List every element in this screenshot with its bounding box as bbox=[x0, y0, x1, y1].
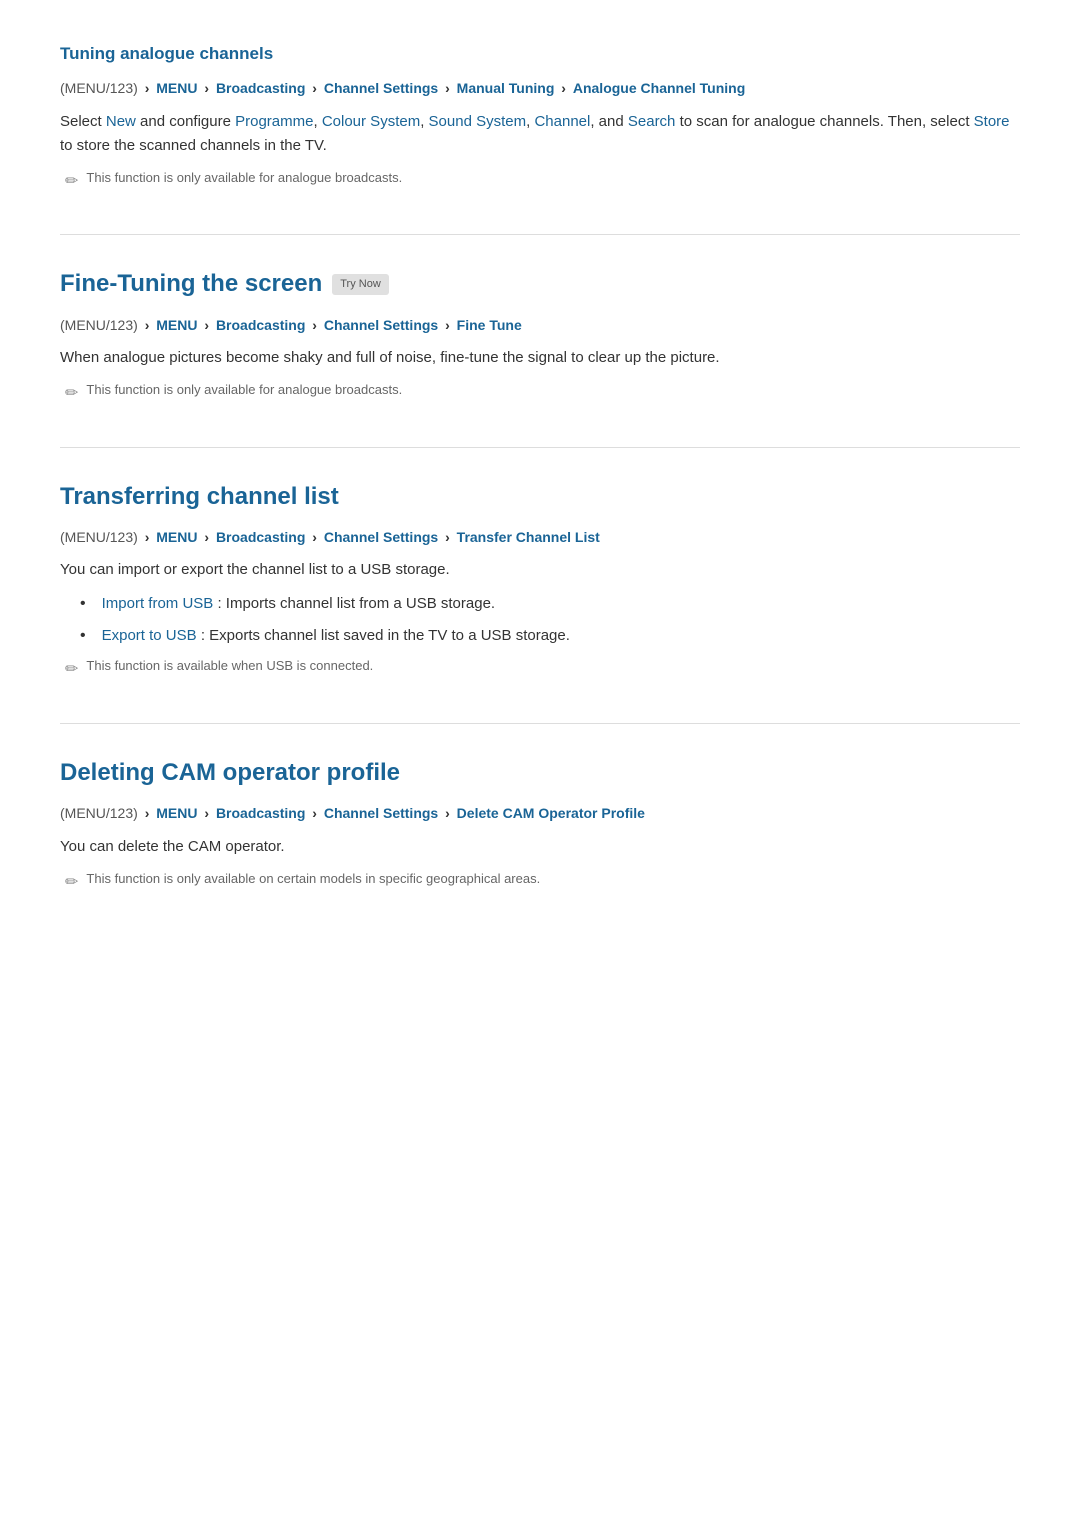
transferring-title-text: Transferring channel list bbox=[60, 478, 339, 516]
transferring-note-text: This function is available when USB is c… bbox=[86, 656, 373, 677]
tuning-analogue-note-text: This function is only available for anal… bbox=[86, 168, 402, 189]
breadcrumb-channel-settings[interactable]: Channel Settings bbox=[324, 529, 438, 545]
chevron-icon: › bbox=[312, 317, 321, 333]
fine-tuning-section: Fine-Tuning the screen Try Now (MENU/123… bbox=[60, 265, 1020, 406]
try-now-badge[interactable]: Try Now bbox=[332, 274, 389, 296]
tuning-analogue-body: Select New and configure Programme, Colo… bbox=[60, 110, 1020, 158]
breadcrumb-manual-tuning[interactable]: Manual Tuning bbox=[457, 80, 555, 96]
highlight-colour-system: Colour System bbox=[322, 113, 420, 130]
tuning-analogue-note: ✏ This function is only available for an… bbox=[65, 168, 1020, 195]
highlight-store: Store bbox=[974, 113, 1010, 130]
section-divider bbox=[60, 447, 1020, 448]
note-pencil-icon: ✏ bbox=[65, 657, 78, 683]
breadcrumb-menu[interactable]: MENU bbox=[156, 529, 197, 545]
breadcrumb-channel-settings[interactable]: Channel Settings bbox=[324, 805, 438, 821]
breadcrumb-menu[interactable]: MENU bbox=[156, 80, 197, 96]
tuning-analogue-breadcrumb: (MENU/123) › MENU › Broadcasting › Chann… bbox=[60, 77, 1020, 99]
chevron-icon: › bbox=[145, 317, 154, 333]
transferring-title: Transferring channel list bbox=[60, 478, 1020, 516]
fine-tuning-note: ✏ This function is only available for an… bbox=[65, 380, 1020, 407]
breadcrumb-channel-settings[interactable]: Channel Settings bbox=[324, 80, 438, 96]
deleting-cam-note-text: This function is only available on certa… bbox=[86, 869, 540, 890]
breadcrumb-menu123: (MENU/123) bbox=[60, 80, 138, 96]
chevron-icon: › bbox=[204, 80, 213, 96]
breadcrumb-menu123: (MENU/123) bbox=[60, 529, 138, 545]
fine-tuning-body: When analogue pictures become shaky and … bbox=[60, 346, 1020, 370]
import-usb-label: Import from USB bbox=[102, 595, 214, 612]
deleting-cam-section: Deleting CAM operator profile (MENU/123)… bbox=[60, 754, 1020, 895]
transferring-bullet-list: Import from USB : Imports channel list f… bbox=[60, 592, 1020, 648]
fine-tuning-title-text: Fine-Tuning the screen bbox=[60, 265, 322, 303]
breadcrumb-menu123: (MENU/123) bbox=[60, 805, 138, 821]
chevron-icon: › bbox=[445, 805, 454, 821]
breadcrumb-transfer-channel-list[interactable]: Transfer Channel List bbox=[457, 529, 600, 545]
chevron-icon: › bbox=[445, 317, 454, 333]
section-divider bbox=[60, 234, 1020, 235]
list-item: Export to USB : Exports channel list sav… bbox=[80, 624, 1020, 648]
transferring-section: Transferring channel list (MENU/123) › M… bbox=[60, 478, 1020, 683]
chevron-icon: › bbox=[204, 805, 213, 821]
highlight-channel: Channel bbox=[534, 113, 590, 130]
chevron-icon: › bbox=[445, 529, 454, 545]
chevron-icon: › bbox=[561, 80, 570, 96]
breadcrumb-delete-cam-operator-profile[interactable]: Delete CAM Operator Profile bbox=[457, 805, 645, 821]
highlight-programme: Programme bbox=[235, 113, 313, 130]
deleting-cam-title: Deleting CAM operator profile bbox=[60, 754, 1020, 792]
export-usb-text: : Exports channel list saved in the TV t… bbox=[201, 627, 570, 644]
fine-tuning-note-text: This function is only available for anal… bbox=[86, 380, 402, 401]
highlight-search: Search bbox=[628, 113, 676, 130]
chevron-icon: › bbox=[312, 80, 321, 96]
chevron-icon: › bbox=[312, 805, 321, 821]
chevron-icon: › bbox=[312, 529, 321, 545]
breadcrumb-menu[interactable]: MENU bbox=[156, 317, 197, 333]
import-usb-text: : Imports channel list from a USB storag… bbox=[217, 595, 495, 612]
chevron-icon: › bbox=[145, 805, 154, 821]
chevron-icon: › bbox=[145, 80, 154, 96]
chevron-icon: › bbox=[204, 529, 213, 545]
breadcrumb-broadcasting[interactable]: Broadcasting bbox=[216, 529, 305, 545]
breadcrumb-broadcasting[interactable]: Broadcasting bbox=[216, 805, 305, 821]
deleting-cam-title-text: Deleting CAM operator profile bbox=[60, 754, 400, 792]
transferring-body: You can import or export the channel lis… bbox=[60, 558, 1020, 582]
note-pencil-icon: ✏ bbox=[65, 381, 78, 407]
chevron-icon: › bbox=[204, 317, 213, 333]
note-pencil-icon: ✏ bbox=[65, 169, 78, 195]
highlight-sound-system: Sound System bbox=[429, 113, 527, 130]
tuning-analogue-title: Tuning analogue channels bbox=[60, 40, 1020, 67]
breadcrumb-broadcasting[interactable]: Broadcasting bbox=[216, 317, 305, 333]
breadcrumb-fine-tune[interactable]: Fine Tune bbox=[457, 317, 522, 333]
tuning-analogue-section: Tuning analogue channels (MENU/123) › ME… bbox=[60, 40, 1020, 194]
list-item: Import from USB : Imports channel list f… bbox=[80, 592, 1020, 616]
breadcrumb-menu123: (MENU/123) bbox=[60, 317, 138, 333]
section-divider bbox=[60, 723, 1020, 724]
transferring-breadcrumb: (MENU/123) › MENU › Broadcasting › Chann… bbox=[60, 526, 1020, 548]
deleting-cam-note: ✏ This function is only available on cer… bbox=[65, 869, 1020, 896]
transferring-note: ✏ This function is available when USB is… bbox=[65, 656, 1020, 683]
breadcrumb-broadcasting[interactable]: Broadcasting bbox=[216, 80, 305, 96]
fine-tuning-breadcrumb: (MENU/123) › MENU › Broadcasting › Chann… bbox=[60, 314, 1020, 336]
chevron-icon: › bbox=[445, 80, 454, 96]
deleting-cam-breadcrumb: (MENU/123) › MENU › Broadcasting › Chann… bbox=[60, 802, 1020, 824]
list-item-content: Import from USB : Imports channel list f… bbox=[102, 592, 495, 616]
export-usb-label: Export to USB bbox=[102, 627, 197, 644]
note-pencil-icon: ✏ bbox=[65, 870, 78, 896]
deleting-cam-body: You can delete the CAM operator. bbox=[60, 835, 1020, 859]
chevron-icon: › bbox=[145, 529, 154, 545]
highlight-new: New bbox=[106, 113, 136, 130]
breadcrumb-analogue-channel-tuning[interactable]: Analogue Channel Tuning bbox=[573, 80, 745, 96]
fine-tuning-title: Fine-Tuning the screen Try Now bbox=[60, 265, 1020, 303]
breadcrumb-menu[interactable]: MENU bbox=[156, 805, 197, 821]
list-item-content: Export to USB : Exports channel list sav… bbox=[102, 624, 570, 648]
breadcrumb-channel-settings[interactable]: Channel Settings bbox=[324, 317, 438, 333]
